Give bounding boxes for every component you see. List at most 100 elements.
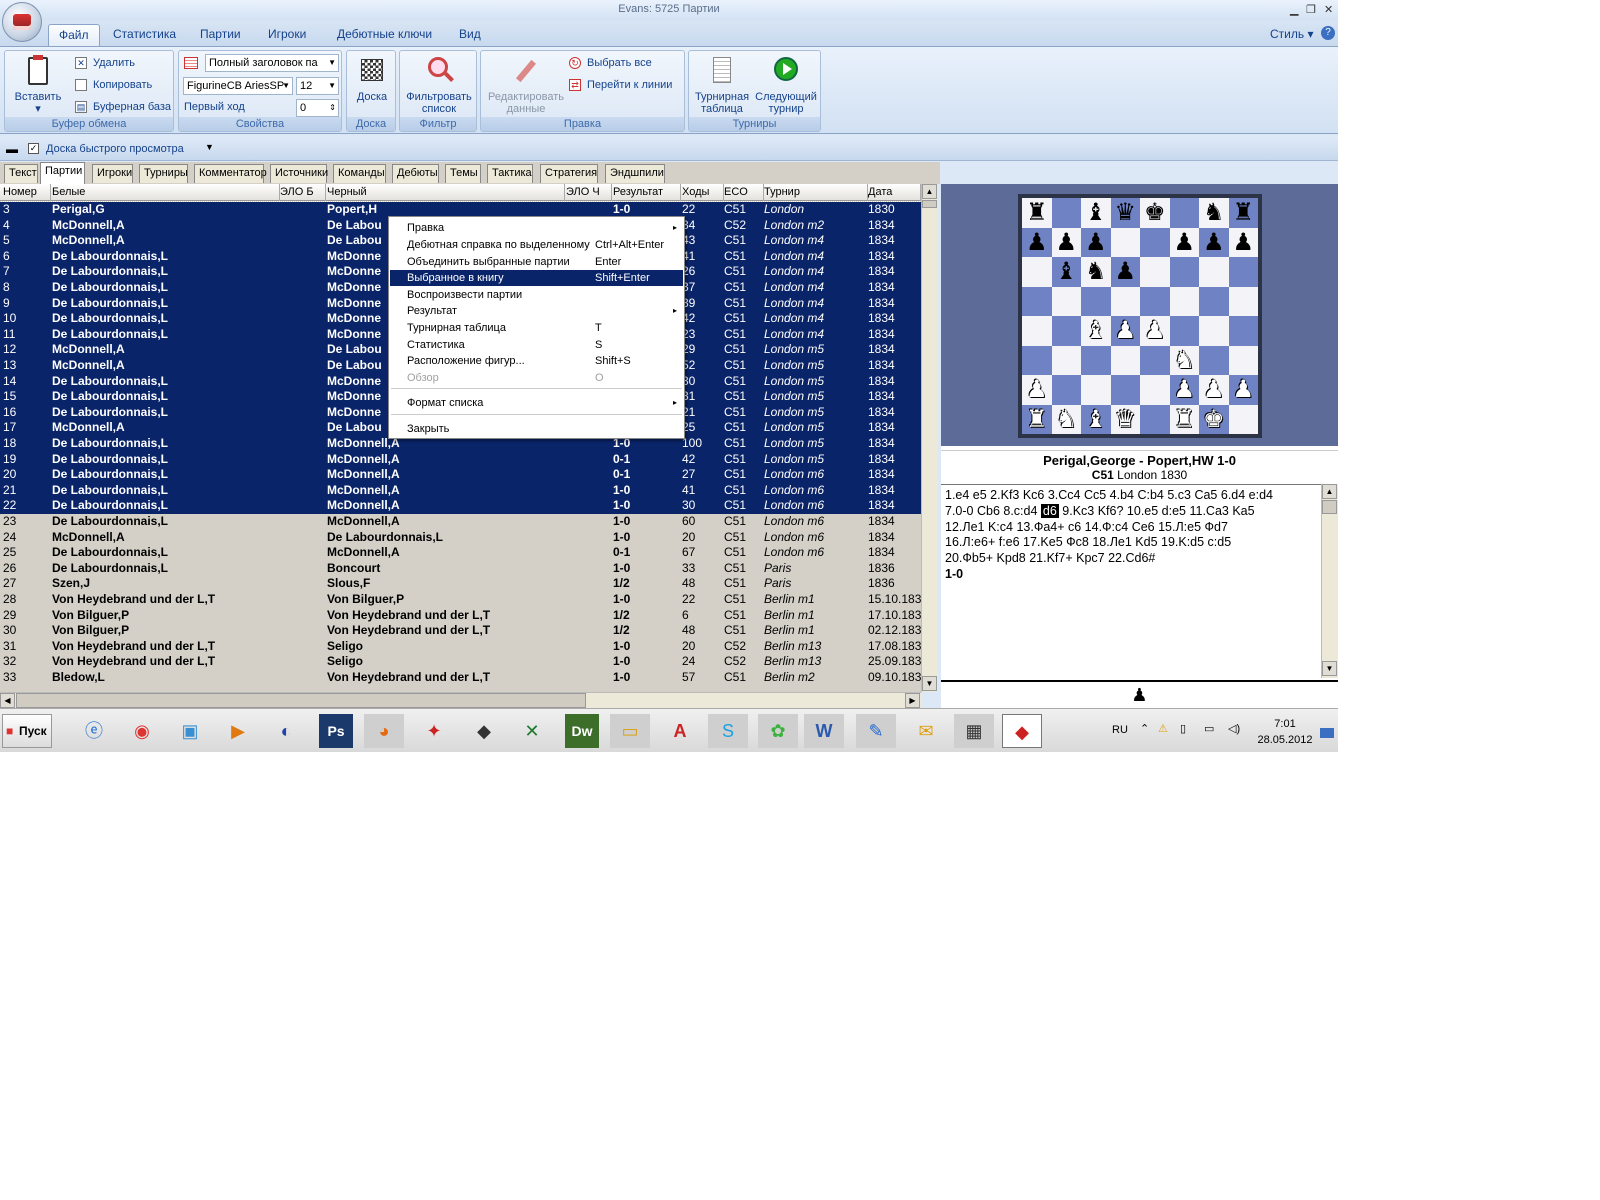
start-button[interactable]: ■ Пуск — [2, 714, 52, 748]
menu-item-list-format[interactable]: Формат списка ▸ — [390, 395, 683, 411]
tab-statistics[interactable]: Статистика — [103, 24, 186, 46]
menu-item-piece-placement[interactable]: Расположение фигур... Shift+S — [390, 353, 683, 369]
menu-item-selected-to-book[interactable]: Выбранное в книгу Shift+Enter — [390, 270, 683, 286]
board-square[interactable] — [1022, 316, 1052, 346]
board-square[interactable]: ♚ — [1199, 404, 1229, 434]
paste-button[interactable]: Вставить ▾ — [11, 55, 65, 115]
board-square[interactable] — [1140, 257, 1170, 287]
chrome-icon[interactable]: ◉ — [122, 714, 162, 748]
white-pawn-icon[interactable]: ♟ — [1173, 376, 1195, 403]
list-tab-sources[interactable]: Источники — [270, 164, 328, 183]
board-square[interactable] — [1169, 198, 1199, 228]
board-square[interactable] — [1051, 375, 1081, 405]
black-pawn-icon[interactable]: ♟ — [1232, 229, 1254, 256]
black-bishop-icon[interactable]: ♝ — [1085, 199, 1107, 226]
board-square[interactable] — [1199, 316, 1229, 346]
list-tab-text[interactable]: Текст — [4, 164, 38, 183]
acrobat-icon[interactable]: A — [660, 714, 700, 748]
board-square[interactable] — [1199, 286, 1229, 316]
board-square[interactable]: ♝ — [1081, 198, 1111, 228]
excel-icon[interactable]: ✕ — [512, 714, 552, 748]
board-square[interactable] — [1199, 345, 1229, 375]
board-square[interactable]: ♞ — [1081, 257, 1111, 287]
board-square[interactable]: ♜ — [1022, 198, 1052, 228]
icq-icon[interactable]: ✿ — [758, 714, 798, 748]
white-rook-icon[interactable]: ♜ — [1173, 406, 1195, 433]
h-scroll-thumb[interactable] — [16, 693, 586, 708]
board-square[interactable]: ♟ — [1228, 375, 1258, 405]
edit-data-button[interactable]: Редактировать данные — [483, 55, 569, 115]
volume-icon[interactable]: ◁) — [1228, 722, 1240, 735]
table-row[interactable]: 19 De Labourdonnais,L McDonnell,A 0-1 42 C51 L… — [0, 451, 921, 468]
ie-icon[interactable]: ⓔ — [74, 714, 114, 748]
current-move[interactable]: d6 — [1040, 503, 1059, 518]
font-size-combo[interactable]: 12 ▼ — [296, 77, 339, 95]
board-square[interactable] — [1081, 375, 1111, 405]
scroll-thumb[interactable] — [922, 200, 937, 208]
table-row[interactable]: 30 Von Bilguer,P Von Heydebrand und der L,… — [0, 623, 921, 639]
column-header-tournament[interactable]: Турнир — [761, 184, 868, 201]
tab-games[interactable]: Партии — [190, 24, 251, 46]
filter-list-button[interactable]: Фильтровать список — [402, 55, 476, 115]
board-square[interactable]: ♞ — [1169, 345, 1199, 375]
list-tab-tactics[interactable]: Тактика — [487, 164, 533, 183]
board-square[interactable] — [1022, 345, 1052, 375]
board-square[interactable] — [1051, 316, 1081, 346]
list-tab-themes[interactable]: Темы — [445, 164, 481, 183]
board-square[interactable] — [1228, 404, 1258, 434]
white-knight-icon[interactable]: ♞ — [1055, 406, 1077, 433]
white-bishop-icon[interactable]: ♝ — [1085, 406, 1107, 433]
black-bishop-icon[interactable]: ♝ — [1055, 258, 1077, 285]
board-square[interactable] — [1140, 404, 1170, 434]
scroll-left-icon[interactable]: ◀ — [0, 693, 15, 708]
list-tab-games[interactable]: Партии — [40, 162, 85, 184]
language-indicator[interactable]: RU — [1112, 724, 1128, 736]
notepad-icon[interactable]: ✎ — [856, 714, 896, 748]
table-row[interactable]: 31 Von Heydebrand und der L,T Seligo 1-0 20 C… — [0, 639, 921, 655]
white-queen-icon[interactable]: ♛ — [1114, 406, 1136, 433]
board-square[interactable]: ♟ — [1051, 227, 1081, 257]
window-icon[interactable]: ▣ — [170, 714, 210, 748]
board-square[interactable] — [1228, 286, 1258, 316]
style-menu[interactable]: Стиль ▾ — [1260, 24, 1323, 46]
scroll-thumb[interactable] — [1322, 500, 1337, 514]
network-icon[interactable]: ▭ — [1204, 722, 1214, 735]
folder-icon[interactable]: ▭ — [610, 714, 650, 748]
black-pawn-icon[interactable]: ♟ — [1026, 229, 1048, 256]
board-square[interactable] — [1051, 345, 1081, 375]
board-square[interactable] — [1110, 286, 1140, 316]
list-tab-players[interactable]: Игроки — [92, 164, 133, 183]
goto-line-button[interactable]: ⇄ Перейти к линии — [569, 77, 672, 93]
preview-checkbox[interactable]: ✓ — [28, 143, 39, 154]
list-tab-teams[interactable]: Команды — [333, 164, 386, 183]
chevron-down-icon[interactable]: ▼ — [205, 142, 214, 152]
column-header-result[interactable]: Результат — [610, 184, 681, 201]
column-header-elo-black[interactable]: ЭЛО Ч — [563, 184, 612, 201]
video-icon[interactable]: ▦ — [954, 714, 994, 748]
buffer-db-button[interactable]: ▤ Буферная база — [75, 99, 171, 115]
board-square[interactable]: ♟ — [1081, 227, 1111, 257]
menu-item-replay-games[interactable]: Воспроизвести партии — [390, 287, 683, 303]
menu-item-tournament-table[interactable]: Турнирная таблица T — [390, 320, 683, 336]
menu-item-edit[interactable]: Правка ▸ — [390, 220, 683, 236]
firefox-icon[interactable]: ◕ — [364, 714, 404, 748]
board-square[interactable] — [1140, 375, 1170, 405]
column-header-moves[interactable]: Ходы — [679, 184, 724, 201]
mail-icon[interactable]: ✉ — [906, 714, 946, 748]
menu-item-merge-games[interactable]: Объединить выбранные партии Enter — [390, 254, 683, 270]
list-tab-openings[interactable]: Дебюты — [392, 164, 439, 183]
column-header-number[interactable]: Номер — [0, 184, 51, 201]
table-row[interactable]: 21 De Labourdonnais,L McDonnell,A 1-0 41 C51 L… — [0, 482, 921, 499]
board-square[interactable] — [1140, 286, 1170, 316]
chessbase-active-icon[interactable]: ◆ — [1002, 714, 1042, 748]
scroll-up-icon[interactable]: ▲ — [1322, 484, 1337, 499]
board-button[interactable]: Доска — [351, 55, 393, 103]
board-square[interactable] — [1022, 286, 1052, 316]
list-tab-endgames[interactable]: Эндшпили — [605, 164, 665, 183]
board-square[interactable]: ♟ — [1169, 375, 1199, 405]
board-square[interactable]: ♚ — [1140, 198, 1170, 228]
table-row[interactable]: 26 De Labourdonnais,L Boncourt 1-0 33 C51 Pari… — [0, 561, 921, 577]
scroll-down-icon[interactable]: ▼ — [922, 676, 937, 691]
tab-opening-keys[interactable]: Дебютные ключи — [327, 24, 442, 46]
menu-item-opening-report[interactable]: Дебютная справка по выделенному Ctrl+Alt+… — [390, 237, 683, 253]
